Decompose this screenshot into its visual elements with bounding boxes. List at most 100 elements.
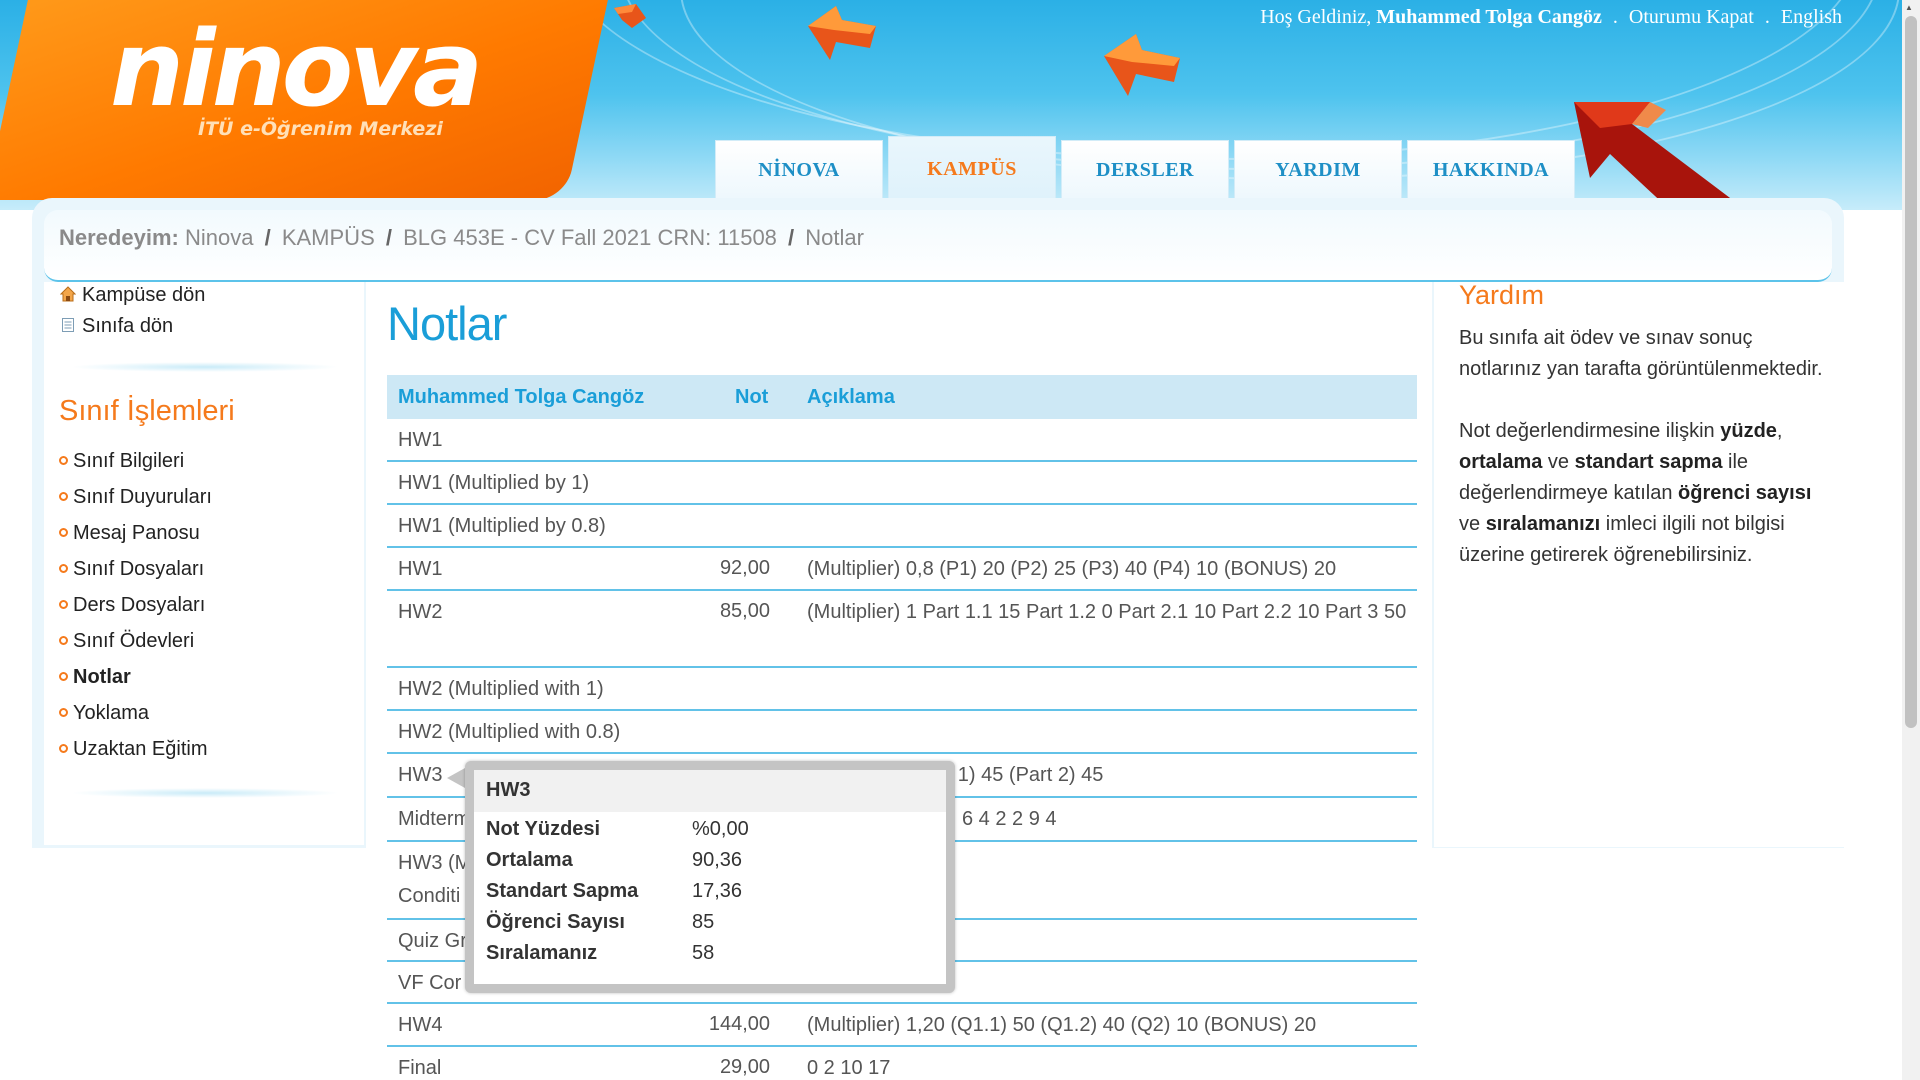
arrow-decoration-icon	[808, 6, 876, 60]
sidebar-item-notlar[interactable]: Notlar	[59, 666, 131, 689]
sidebar-item-label: Sınıf Ödevleri	[73, 630, 195, 652]
bullet-icon	[59, 672, 68, 681]
tab-kampus[interactable]: KAMPÜS	[888, 136, 1056, 198]
sidebar-item-yoklama[interactable]: Yoklama	[59, 702, 149, 725]
table-row[interactable]: HW1 (Multiplied by 1)	[387, 462, 1417, 505]
sidebar-item-sinif-dosyalari[interactable]: Sınıf Dosyaları	[59, 558, 204, 581]
grade-name: HW1	[398, 429, 443, 451]
back-to-campus-label: Kampüse dön	[82, 284, 206, 306]
grade-stats-tooltip: HW3 Not Yüzdesi %0,00 Ortalama 90,36 Stand…	[465, 761, 955, 993]
breadcrumb-label: Neredeyim:	[59, 225, 179, 250]
help-text-part: Not değerlendirmesine ilişkin	[1459, 420, 1721, 442]
grade-name: HW3	[398, 764, 443, 786]
ninova-logo[interactable]: ninova	[110, 8, 483, 130]
grade-name: HW3 (M	[398, 852, 472, 874]
home-icon	[60, 286, 76, 302]
grade-name: HW1 (Multiplied by 1)	[398, 472, 590, 494]
help-text-bold: ortalama	[1459, 451, 1543, 473]
breadcrumb-item-kampus[interactable]: KAMPÜS	[282, 225, 375, 250]
grade-name: Quiz Gr	[398, 930, 467, 952]
grade-name: HW4	[398, 1014, 443, 1036]
bullet-icon	[59, 564, 68, 573]
tooltip-value: 85	[692, 911, 715, 933]
breadcrumb-separator: /	[385, 225, 392, 250]
tab-dersler[interactable]: DERSLER	[1061, 140, 1229, 198]
tooltip-title: HW3	[474, 770, 946, 812]
sidebar-item-label: Mesaj Panosu	[73, 522, 200, 544]
grade-name: Final	[398, 1057, 442, 1079]
user-topbar: Hoş Geldiniz, Muhammed Tolga Cangöz . Ot…	[1260, 6, 1842, 29]
tab-hakkinda[interactable]: HAKKINDA	[1407, 140, 1575, 198]
help-text: Bu sınıfa ait ödev ve sınav sonuç notlar…	[1459, 323, 1829, 602]
table-row[interactable]: Final 29,00 0 2 10 17	[387, 1047, 1417, 1080]
help-text-bold: sıralamanızı	[1485, 513, 1601, 535]
grade-name: HW1	[398, 558, 443, 580]
grade-value: 85,00	[719, 600, 770, 622]
grade-description: (Multiplier) 0,8 (P1) 20 (P2) 25 (P3) 40…	[807, 558, 1337, 580]
sidebar-item-label: Ders Dosyaları	[73, 594, 206, 616]
help-text-part: ve	[1459, 513, 1486, 535]
grades-table-header: Muhammed Tolga Cangöz Not Açıklama	[387, 375, 1417, 419]
breadcrumb-item-current: Notlar	[805, 225, 864, 250]
back-to-campus-link[interactable]: Kampüse dön	[60, 284, 205, 307]
table-row[interactable]: HW1 (Multiplied by 0.8)	[387, 505, 1417, 548]
grade-description: (Multiplier) 1,20 (Q1.1) 50 (Q1.2) 40 (Q…	[807, 1014, 1317, 1036]
language-link[interactable]: English	[1781, 6, 1842, 28]
sidebar-divider	[70, 362, 340, 372]
sidebar-item-sinif-bilgileri[interactable]: Sınıf Bilgileri	[59, 450, 184, 473]
grade-name: HW2 (Multiplied with 1)	[398, 678, 604, 700]
grade-name-line2: Conditi	[398, 885, 461, 907]
scroll-up-arrow-icon[interactable]: ▲	[1905, 3, 1913, 12]
sidebar-item-mesaj-panosu[interactable]: Mesaj Panosu	[59, 522, 200, 545]
bullet-icon	[59, 528, 68, 537]
grade-value: 29,00	[719, 1056, 770, 1078]
tooltip-row: Ortalama 90,36	[474, 849, 946, 880]
help-text-bold: standart sapma	[1574, 451, 1723, 473]
sidebar-item-ders-dosyalari[interactable]: Ders Dosyaları	[59, 594, 205, 617]
tab-yardim[interactable]: YARDIM	[1234, 140, 1402, 198]
grade-name: Midterm	[398, 808, 471, 830]
arrow-decoration-icon	[1574, 102, 1746, 210]
topbar-separator: .	[1764, 6, 1770, 28]
table-row[interactable]: HW2 85,00 (Multiplier) 1 Part 1.1 15 Par…	[387, 591, 1417, 668]
tooltip-row: Not Yüzdesi %0,00	[474, 818, 946, 849]
tooltip-value: 17,36	[692, 880, 743, 902]
tooltip-row: Standart Sapma 17,36	[474, 880, 946, 911]
tooltip-key: Ortalama	[486, 849, 573, 871]
scrollbar-thumb[interactable]	[1905, 16, 1917, 728]
tooltip-arrow	[447, 768, 465, 788]
tab-ninova[interactable]: NİNOVA	[715, 140, 883, 198]
help-paragraph: Not değerlendirmesine ilişkin yüzde, ort…	[1459, 416, 1829, 571]
grade-name: HW2	[398, 601, 443, 623]
table-row[interactable]: HW2 (Multiplied with 1)	[387, 668, 1417, 711]
table-row[interactable]: HW1 92,00 (Multiplier) 0,8 (P1) 20 (P2) …	[387, 548, 1417, 591]
tooltip-value: %0,00	[692, 818, 749, 840]
sidebar-divider	[70, 788, 340, 798]
page-title: Notlar	[387, 297, 507, 350]
breadcrumb-separator: /	[264, 225, 271, 250]
sidebar-item-label: Sınıf Bilgileri	[73, 450, 185, 472]
breadcrumb-item-course[interactable]: BLG 453E - CV Fall 2021 CRN: 11508	[403, 225, 777, 250]
help-title: Yardım	[1459, 280, 1545, 310]
sidebar-item-uzaktan-egitim[interactable]: Uzaktan Eğitim	[59, 738, 208, 761]
sidebar-item-sinif-duyurulari[interactable]: Sınıf Duyuruları	[59, 486, 212, 509]
welcome-text: Hoş Geldiniz,	[1260, 6, 1372, 28]
bullet-icon	[59, 636, 68, 645]
breadcrumb-separator: /	[788, 225, 795, 250]
sidebar-item-sinif-odevleri[interactable]: Sınıf Ödevleri	[59, 630, 194, 653]
grade-value: 144,00	[708, 1013, 770, 1035]
tooltip-value: 58	[692, 942, 715, 964]
help-paragraph: Bu sınıfa ait ödev ve sınav sonuç notlar…	[1459, 327, 1823, 380]
bullet-icon	[59, 744, 68, 753]
table-row[interactable]: HW4 144,00 (Multiplier) 1,20 (Q1.1) 50 (…	[387, 1004, 1417, 1047]
breadcrumb-item-ninova[interactable]: Ninova	[185, 225, 253, 250]
user-name: Muhammed Tolga Cangöz	[1376, 6, 1602, 28]
logout-link[interactable]: Oturumu Kapat	[1629, 6, 1754, 28]
sidebar-item-label: Uzaktan Eğitim	[73, 738, 208, 760]
help-text-bold: yüzde	[1720, 420, 1777, 442]
topbar-separator: .	[1612, 6, 1618, 28]
table-row[interactable]: HW2 (Multiplied with 0.8)	[387, 711, 1417, 754]
column-header-description: Açıklama	[807, 386, 895, 408]
back-to-class-link[interactable]: Sınıfa dön	[60, 315, 173, 338]
table-row[interactable]: HW1	[387, 419, 1417, 462]
